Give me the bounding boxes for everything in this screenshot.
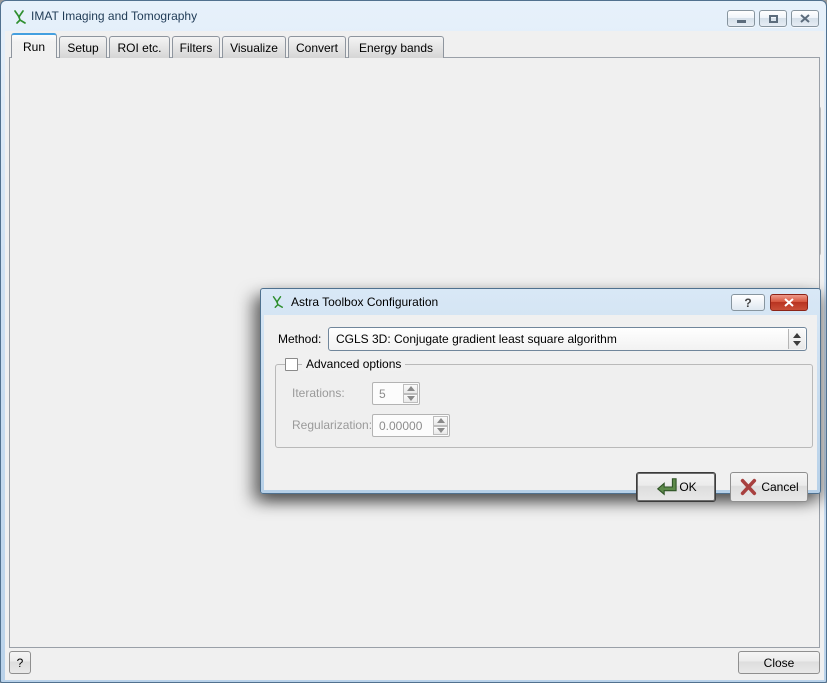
mantid-logo-icon	[11, 9, 27, 25]
window-title: IMAT Imaging and Tomography	[31, 9, 197, 23]
tab-roi[interactable]: ROI etc.	[109, 36, 170, 58]
iterations-spinbox[interactable]: 5	[372, 382, 420, 405]
spinner-buttons[interactable]	[433, 416, 448, 435]
tab-run-label: Run	[23, 40, 45, 54]
tab-filters[interactable]: Filters	[172, 36, 220, 58]
method-value: CGLS 3D: Conjugate gradient least square…	[336, 332, 617, 346]
close-icon	[800, 14, 810, 23]
main-window: IMAT Imaging and Tomography Run Setup RO…	[0, 0, 827, 683]
help-button-label: ?	[17, 656, 24, 670]
iterations-label: Iterations:	[292, 386, 345, 400]
ok-arrow-icon	[655, 476, 677, 498]
tab-energy-bands-label: Energy bands	[359, 41, 433, 55]
dialog-help-label: ?	[744, 296, 751, 310]
maximize-button[interactable]	[759, 10, 787, 27]
method-label: Method:	[278, 332, 321, 346]
tab-run[interactable]: Run	[11, 33, 57, 58]
close-window-button[interactable]	[791, 10, 819, 27]
spinner-down-icon	[407, 396, 415, 401]
tab-convert-label: Convert	[296, 41, 338, 55]
advanced-options-group: Advanced options Iterations: 5 Regulariz…	[275, 364, 813, 448]
close-button[interactable]: Close	[738, 651, 820, 674]
tab-convert[interactable]: Convert	[288, 36, 346, 58]
cancel-x-icon	[739, 478, 757, 496]
tab-setup-label: Setup	[67, 41, 98, 55]
ok-button-label: OK	[679, 480, 696, 494]
spinner-buttons[interactable]	[403, 384, 418, 403]
dialog-cancel-label: Cancel	[761, 480, 798, 494]
spinner-down-icon	[437, 428, 445, 433]
tab-setup[interactable]: Setup	[59, 36, 107, 58]
title-bar[interactable]: IMAT Imaging and Tomography	[1, 1, 826, 31]
mantid-logo-icon	[270, 295, 284, 309]
close-button-label: Close	[764, 656, 795, 670]
maximize-icon	[769, 15, 778, 23]
astra-config-dialog: Astra Toolbox Configuration ? Method: CG…	[260, 288, 821, 494]
tab-visualize-label: Visualize	[230, 41, 278, 55]
regularization-value: 0.00000	[379, 419, 422, 433]
regularization-spinbox[interactable]: 0.00000	[372, 414, 450, 437]
advanced-options-title: Advanced options	[302, 357, 405, 371]
advanced-options-checkbox[interactable]	[285, 358, 298, 371]
minimize-icon	[737, 20, 746, 23]
regularization-label: Regularization:	[292, 418, 372, 432]
dialog-help-button[interactable]: ?	[731, 294, 765, 311]
dialog-title: Astra Toolbox Configuration	[291, 295, 438, 309]
method-combo[interactable]: CGLS 3D: Conjugate gradient least square…	[328, 327, 807, 351]
help-button[interactable]: ?	[9, 651, 31, 674]
dialog-close-button[interactable]	[770, 294, 808, 311]
combo-updown-icon[interactable]	[788, 329, 805, 349]
tab-filters-label: Filters	[180, 41, 213, 55]
ok-button[interactable]: OK	[636, 472, 716, 502]
spinner-up-icon	[437, 418, 445, 423]
dialog-content: Method: CGLS 3D: Conjugate gradient leas…	[264, 315, 817, 490]
tab-roi-label: ROI etc.	[117, 41, 161, 55]
tab-energy-bands[interactable]: Energy bands	[348, 36, 444, 58]
tab-visualize[interactable]: Visualize	[222, 36, 286, 58]
close-icon	[784, 298, 794, 307]
iterations-value: 5	[379, 387, 386, 401]
minimize-button[interactable]	[727, 10, 755, 27]
spinner-up-icon	[407, 386, 415, 391]
dialog-cancel-button[interactable]: Cancel	[730, 472, 808, 502]
